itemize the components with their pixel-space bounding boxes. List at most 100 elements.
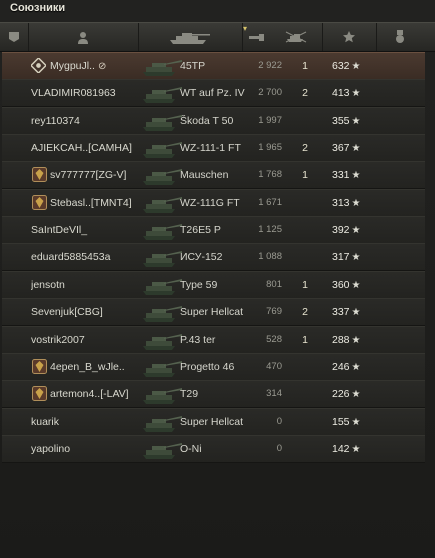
clan-emblem-icon	[32, 358, 47, 374]
player-row[interactable]: rey110374 Škoda T 50 1 997 355 ★	[2, 106, 425, 135]
player-row[interactable]: Stebasl..[TMNT4] WZ-111G FT 1 671 313 ★	[2, 188, 425, 217]
player-name[interactable]: jensotn	[31, 279, 65, 291]
player-row[interactable]: AJIEKCAH..[CAMHA] WZ-111-1 FT 1 965 2 36…	[2, 134, 425, 163]
damage-value: 1 088	[258, 251, 282, 263]
damage-icon	[249, 34, 264, 41]
xp-star-icon: ★	[351, 361, 361, 373]
player-row[interactable]: SaIntDeVIl_ T26E5 P 1 125 392 ★	[2, 216, 425, 245]
kills-value	[295, 244, 315, 270]
tank-name: Type 59	[180, 278, 218, 291]
clan-emblem-icon	[32, 167, 47, 183]
damage-value: 314	[266, 388, 282, 400]
xp-star-icon: ★	[351, 416, 361, 428]
tank-image	[143, 333, 182, 350]
xp-value: 392	[332, 224, 350, 237]
tank-name: WZ-111G FT	[180, 196, 240, 209]
xp-value: 632	[332, 60, 350, 72]
player-column-header[interactable]	[28, 23, 139, 51]
kills-value: 1	[302, 169, 308, 182]
kills-column-header[interactable]	[270, 23, 323, 51]
player-row[interactable]: sv777777[ZG-V] Mauschen 1 768 1 331 ★	[2, 161, 425, 190]
player-name[interactable]: sv777777[ZG-V]	[50, 169, 126, 181]
xp-value: 288	[332, 333, 350, 346]
damage-value: 1 768	[258, 169, 282, 181]
tank-name: WT auf Pz. IV	[180, 87, 245, 100]
damage-value: 0	[276, 415, 282, 427]
kills-value	[295, 436, 315, 462]
tank-name: Super Hellcat	[180, 306, 244, 319]
platoon-icon	[9, 32, 19, 42]
tank-image	[143, 415, 182, 432]
table-header: ▾	[0, 22, 435, 52]
panel-title: Союзники	[10, 2, 66, 14]
sort-arrow-icon: ▾	[243, 24, 248, 33]
tank-column-header[interactable]	[138, 23, 243, 51]
player-row[interactable]: yapolino O-Ni 0 142 ★	[2, 434, 425, 463]
kills-value: 2	[302, 87, 308, 100]
tank-image	[143, 388, 182, 405]
damage-value: 1 965	[258, 142, 282, 154]
player-row[interactable]: 4epen_B_wJle.. Progetto 46 470 246 ★	[2, 352, 425, 381]
kills-value	[295, 409, 315, 435]
damage-value: 1 671	[258, 196, 282, 208]
platoon-column-header[interactable]	[0, 23, 29, 51]
xp-column-header[interactable]	[322, 23, 377, 51]
clan-emblem-icon	[32, 386, 47, 402]
tank-image	[143, 224, 182, 241]
tank-image	[143, 278, 182, 295]
damage-value: 801	[266, 278, 282, 290]
damage-value: 0	[276, 442, 282, 454]
player-name[interactable]: rey110374	[31, 115, 80, 127]
player-name[interactable]: Sevenjuk[CBG]	[31, 306, 103, 318]
player-name[interactable]: yapolino	[31, 443, 70, 455]
damage-value: 2 922	[258, 60, 282, 71]
xp-star-icon: ★	[351, 88, 361, 100]
player-name[interactable]: VLADIMIR081963	[31, 87, 116, 99]
player-name[interactable]: artemon4..[-LAV]	[50, 388, 129, 400]
xp-value: 331	[332, 169, 350, 182]
player-row[interactable]: MygpuJl.. ⊘ 45TP 2 922 1 632 ★	[2, 52, 425, 80]
tank-image	[143, 196, 182, 213]
player-name[interactable]: AJIEKCAH..[CAMHA]	[31, 142, 132, 154]
player-row[interactable]: Sevenjuk[CBG] Super Hellcat 769 2 337 ★	[2, 298, 425, 327]
player-name[interactable]: kuarik	[31, 416, 59, 428]
player-name[interactable]: eduard5885453a	[31, 251, 110, 263]
destroyed-icon: ⊘	[97, 61, 107, 72]
xp-star-icon: ★	[351, 143, 361, 155]
xp-value: 355	[332, 114, 350, 127]
xp-star-icon: ★	[351, 443, 361, 455]
tank-icon	[170, 33, 210, 44]
tank-name: Škoda T 50	[180, 114, 234, 127]
tank-name: T26E5 P	[180, 224, 221, 237]
medal-column-header[interactable]	[376, 23, 424, 51]
kills-value	[295, 217, 315, 243]
tank-name: Progetto 46	[180, 360, 235, 373]
xp-star-icon: ★	[351, 197, 361, 209]
damage-value: 769	[266, 306, 282, 318]
xp-star-icon: ★	[351, 225, 361, 237]
kills-value: 1	[302, 60, 308, 72]
player-row[interactable]: eduard5885453a ИСУ-152 1 088 317 ★	[2, 243, 425, 272]
xp-star-icon: ★	[351, 115, 361, 127]
player-name[interactable]: MygpuJl..	[50, 60, 95, 72]
kills-value: 2	[302, 142, 308, 155]
tank-image	[143, 142, 182, 159]
allies-panel: Союзники ▾ MygpuJl.. ⊘ 45TP 2 922 1 632 …	[0, 0, 435, 558]
player-row[interactable]: VLADIMIR081963 WT auf Pz. IV 2 700 2 413…	[2, 79, 425, 108]
player-name[interactable]: SaIntDeVIl_	[31, 224, 87, 236]
kills-value: 2	[302, 306, 308, 319]
tank-image	[143, 87, 182, 104]
tank-image	[143, 360, 182, 377]
player-icon	[78, 31, 88, 44]
player-row[interactable]: artemon4..[-LAV] T29 314 226 ★	[2, 380, 425, 409]
xp-star-icon: ★	[351, 279, 361, 291]
platoon-icon	[31, 58, 46, 73]
player-name[interactable]: Stebasl..[TMNT4]	[50, 197, 132, 209]
player-row[interactable]: vostrik2007 P.43 ter 528 1 288 ★	[2, 325, 425, 354]
player-name[interactable]: vostrik2007	[31, 334, 85, 346]
damage-value: 1 125	[258, 224, 282, 236]
xp-value: 317	[332, 251, 350, 264]
player-name[interactable]: 4epen_B_wJle..	[50, 361, 125, 373]
player-row[interactable]: jensotn Type 59 801 1 360 ★	[2, 270, 425, 299]
player-row[interactable]: kuarik Super Hellcat 0 155 ★	[2, 407, 425, 436]
